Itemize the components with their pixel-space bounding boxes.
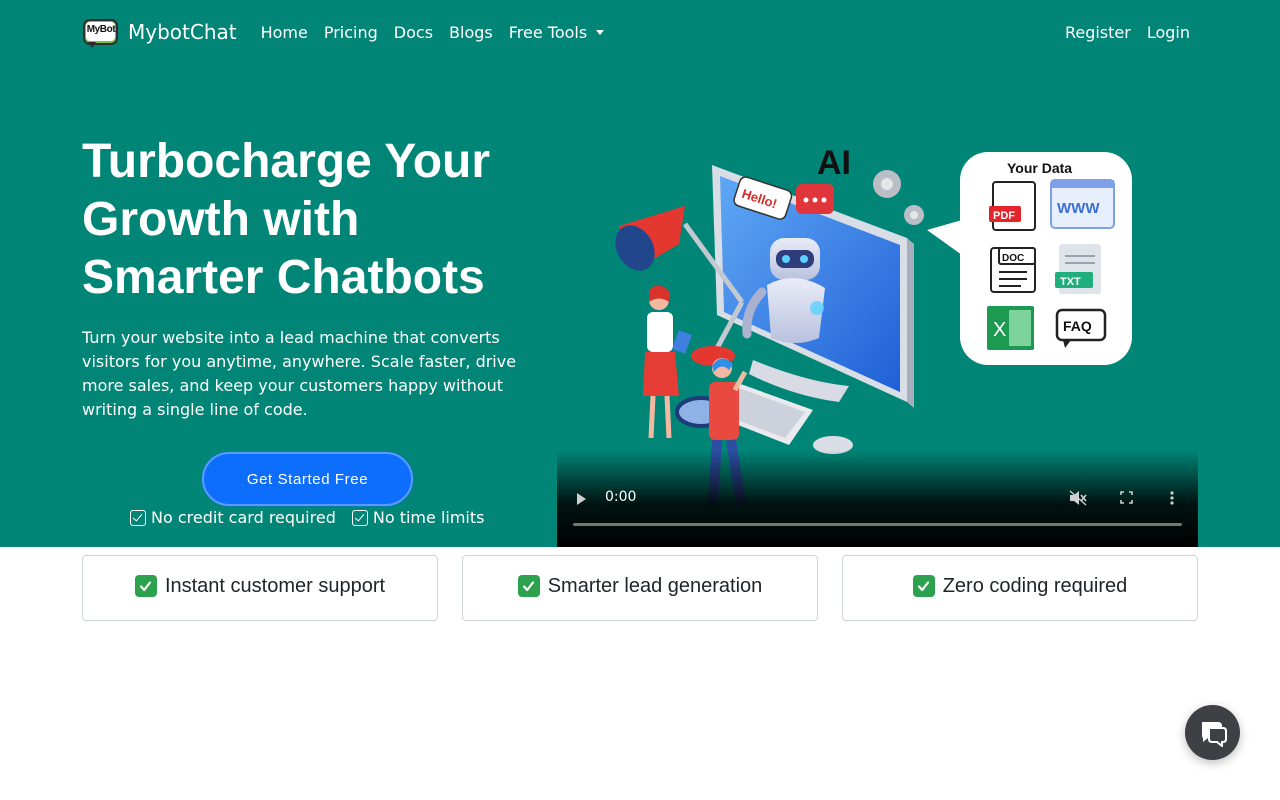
your-data-panel: Your Data PDF WWW DOC TXT X FAQ [927,152,1132,365]
hero-section: MyBot MybotChat Home Pricing Docs Blogs … [0,0,1280,547]
check-mark-icon [134,575,157,597]
chat-launcher-button[interactable] [1185,705,1240,760]
doc-file-icon: DOC [990,247,1036,293]
check-no-time-limits: No time limits [351,508,485,527]
nav-free-tools-dropdown[interactable]: Free Tools [501,15,612,50]
nav-free-tools-label: Free Tools [508,22,588,42]
nav-home[interactable]: Home [253,15,316,50]
website-icon: WWW [1050,179,1115,229]
fullscreen-icon[interactable] [1120,491,1133,504]
mute-icon[interactable] [1069,490,1087,506]
nav-register[interactable]: Register [1057,15,1139,50]
hero-headline: Turbocharge Your Growth with Smarter Cha… [82,133,552,307]
nav-auth-links: Register Login [1057,15,1198,50]
pdf-file-icon: PDF [989,181,1036,231]
feature-card: Zero coding required [842,555,1198,621]
navbar: MyBot MybotChat Home Pricing Docs Blogs … [82,14,1198,50]
get-started-button[interactable]: Get Started Free [202,452,413,506]
chat-bubble-icon [1201,721,1227,747]
nav-links: Home Pricing Docs Blogs Free Tools [253,15,613,50]
svg-text:WWW: WWW [1057,200,1100,217]
headline-line-2: Growth with [82,193,360,246]
nav-pricing[interactable]: Pricing [316,15,386,50]
brand-name: MybotChat [128,20,237,44]
feature-card: Smarter lead generation [462,555,818,621]
nav-docs[interactable]: Docs [386,15,441,50]
feature-label: Smarter lead generation [547,574,763,597]
check-label: No credit card required [151,508,336,527]
svg-text:TXT: TXT [1060,276,1081,288]
headline-line-1: Turbocharge Your [82,135,491,188]
ai-label: AI [817,144,851,182]
feature-cards: Instant customer support Smarter lead ge… [82,555,1198,621]
svg-text:X: X [993,319,1006,341]
excel-icon: X [987,306,1034,350]
svg-text:PDF: PDF [993,210,1015,222]
nav-blogs[interactable]: Blogs [441,15,501,50]
check-square-icon [351,509,368,526]
svg-text:DOC: DOC [1002,253,1024,264]
svg-text:Your Data: Your Data [1007,160,1072,176]
check-no-credit-card: No credit card required [130,508,336,527]
feature-label: Instant customer support [164,574,386,597]
txt-file-icon: TXT [1055,244,1101,294]
video-time: 0:00 [605,489,637,505]
check-mark-icon [912,575,935,597]
check-mark-icon [517,575,540,597]
feature-card: Instant customer support [82,555,438,621]
video-progress-bar[interactable] [573,523,1182,526]
hero-checks: No credit card required No time limits [130,508,500,527]
play-icon[interactable] [577,493,586,505]
check-label: No time limits [372,508,485,527]
brand-link[interactable]: MyBot MybotChat [82,17,237,48]
more-options-icon[interactable] [1169,490,1175,506]
nav-login[interactable]: Login [1139,15,1198,50]
video-controls: 0:00 [557,482,1198,514]
hero-subcopy: Turn your website into a lead machine th… [82,328,517,419]
brand-logo: MyBot [82,17,120,48]
feature-label: Zero coding required [942,574,1128,597]
hero-video[interactable]: AI Hello! Your Data PDF WWW DOC TXT X FA… [557,120,1198,547]
gear-icon [873,170,924,225]
check-square-icon [130,509,146,526]
svg-text:FAQ: FAQ [1063,318,1092,334]
caret-down-icon [596,29,605,35]
headline-line-3: Smarter Chatbots [82,251,485,304]
